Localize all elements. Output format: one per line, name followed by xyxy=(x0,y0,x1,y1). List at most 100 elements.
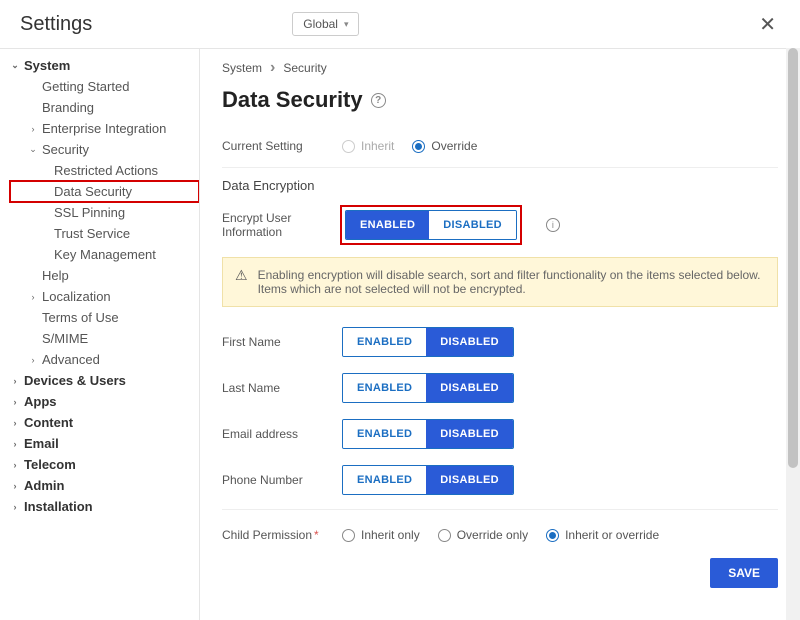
sidebar-item-system[interactable]: ⌄ System xyxy=(10,55,199,76)
scrollbar-track[interactable] xyxy=(786,48,800,620)
sidebar-item-email[interactable]: › Email xyxy=(10,433,199,454)
sidebar-item-s-mime[interactable]: S/MIME xyxy=(10,328,199,349)
encryption-warning: ⚠ Enabling encryption will disable searc… xyxy=(222,257,778,307)
sidebar: ⌄ System Getting StartedBranding › Enterpris… xyxy=(0,49,200,620)
sidebar-item-label: Installation xyxy=(24,499,93,514)
toggle-encrypt-enabled[interactable]: ENABLED xyxy=(346,211,429,239)
sidebar-item-label: Security xyxy=(42,142,89,157)
toggle-phone-enabled[interactable]: ENABLED xyxy=(343,466,426,494)
sidebar-item-label: Terms of Use xyxy=(42,310,119,325)
warning-icon: ⚠ xyxy=(235,268,248,282)
sidebar-item-label: S/MIME xyxy=(42,331,88,346)
sidebar-item-label: Advanced xyxy=(42,352,100,367)
chevron-down-icon: ⌄ xyxy=(10,60,20,71)
current-setting-label: Current Setting xyxy=(222,139,342,153)
toggle-email-disabled[interactable]: DISABLED xyxy=(426,420,513,448)
help-icon[interactable]: ? xyxy=(371,93,386,108)
sidebar-item-apps[interactable]: ›Apps xyxy=(10,391,199,412)
page-title: Data Security ? xyxy=(222,87,778,113)
settings-title: Settings xyxy=(20,13,92,36)
row-last_name: Last NameENABLEDDISABLED xyxy=(222,365,778,411)
sidebar-item-key-management[interactable]: Key Management xyxy=(10,244,199,265)
sidebar-item-label: Data Security xyxy=(54,184,132,199)
child-permission-label: Child Permission* xyxy=(222,528,342,542)
toggle-email-enabled[interactable]: ENABLED xyxy=(343,420,426,448)
radio-override[interactable]: Override xyxy=(412,139,477,153)
toggle-first_name-enabled[interactable]: ENABLED xyxy=(343,328,426,356)
toggle-encrypt-user-info: ENABLED DISABLED xyxy=(345,210,517,240)
section-data-encryption: Data Encryption xyxy=(222,178,778,193)
toggle-phone: ENABLEDDISABLED xyxy=(342,465,514,495)
sidebar-item-label: Admin xyxy=(24,478,64,493)
sidebar-item-help[interactable]: Help xyxy=(10,265,199,286)
row-encrypt-user-info: Encrypt User Information ENABLED DISABLE… xyxy=(222,199,778,251)
sidebar-item-label: Enterprise Integration xyxy=(42,121,166,136)
sidebar-item-localization[interactable]: › Localization xyxy=(10,286,199,307)
chevron-right-icon: › xyxy=(10,481,20,491)
main-content: System › Security Data Security ? Curren… xyxy=(200,49,800,620)
sidebar-item-data-security[interactable]: Data Security xyxy=(10,181,199,202)
phone-label: Phone Number xyxy=(222,473,342,487)
sidebar-item-admin[interactable]: › Admin xyxy=(10,475,199,496)
sidebar-item-trust-service[interactable]: Trust Service xyxy=(10,223,199,244)
breadcrumb: System › Security xyxy=(222,59,778,77)
row-email: Email addressENABLEDDISABLED xyxy=(222,411,778,457)
scope-dropdown[interactable]: Global ▾ xyxy=(292,12,359,36)
save-button[interactable]: SAVE xyxy=(710,558,778,588)
sidebar-item-label: SSL Pinning xyxy=(54,205,125,220)
chevron-right-icon: › xyxy=(28,124,38,134)
sidebar-item-terms-of-use[interactable]: Terms of Use xyxy=(10,307,199,328)
radio-inherit-or-override[interactable]: Inherit or override xyxy=(546,528,659,542)
row-phone: Phone NumberENABLEDDISABLED xyxy=(222,457,778,503)
sidebar-item-advanced[interactable]: ›Advanced xyxy=(10,349,199,370)
chevron-down-icon: ⌄ xyxy=(28,144,38,155)
radio-inherit-only[interactable]: Inherit only xyxy=(342,528,420,542)
chevron-right-icon: › xyxy=(10,418,20,428)
sidebar-item-branding[interactable]: Branding xyxy=(10,97,199,118)
sidebar-item-label: Localization xyxy=(42,289,111,304)
toggle-encrypt-disabled[interactable]: DISABLED xyxy=(429,211,516,239)
breadcrumb-security[interactable]: Security xyxy=(283,61,326,75)
divider xyxy=(222,509,778,510)
sidebar-tree: ⌄ System Getting StartedBranding › Enterpris… xyxy=(10,55,199,517)
sidebar-item-label: Apps xyxy=(24,394,57,409)
toggle-email: ENABLEDDISABLED xyxy=(342,419,514,449)
sidebar-item-installation[interactable]: › Installation xyxy=(10,496,199,517)
settings-header: Settings Global ▾ ✕ xyxy=(0,0,800,48)
scrollbar-thumb[interactable] xyxy=(788,48,798,468)
breadcrumb-system[interactable]: System xyxy=(222,61,262,75)
scope-label: Global xyxy=(303,17,338,31)
toggle-phone-disabled[interactable]: DISABLED xyxy=(426,466,513,494)
sidebar-item-label: System xyxy=(24,58,70,73)
chevron-right-icon: › xyxy=(270,59,275,77)
row-first_name: First NameENABLEDDISABLED xyxy=(222,319,778,365)
sidebar-item-enterprise-integration[interactable]: › Enterprise Integration xyxy=(10,118,199,139)
sidebar-item-label: Content xyxy=(24,415,73,430)
first_name-label: First Name xyxy=(222,335,342,349)
sidebar-item-ssl-pinning[interactable]: SSL Pinning xyxy=(10,202,199,223)
sidebar-item-devices-users[interactable]: ›Devices & Users xyxy=(10,370,199,391)
toggle-last_name-enabled[interactable]: ENABLED xyxy=(343,374,426,402)
warning-text: Enabling encryption will disable search,… xyxy=(258,268,765,296)
sidebar-item-telecom[interactable]: ›Telecom xyxy=(10,454,199,475)
toggle-first_name-disabled[interactable]: DISABLED xyxy=(426,328,513,356)
close-icon[interactable]: ✕ xyxy=(751,8,784,41)
sidebar-item-getting-started[interactable]: Getting Started xyxy=(10,76,199,97)
sidebar-item-restricted-actions[interactable]: Restricted Actions xyxy=(10,160,199,181)
toggle-first_name: ENABLEDDISABLED xyxy=(342,327,514,357)
radio-inherit[interactable]: Inherit xyxy=(342,139,394,153)
chevron-right-icon: › xyxy=(10,439,20,449)
row-current-setting: Current Setting Inherit Override xyxy=(222,131,778,161)
encrypt-enabled-highlight: ENABLED DISABLED xyxy=(342,207,520,243)
chevron-right-icon: › xyxy=(28,292,38,302)
sidebar-item-label: Devices & Users xyxy=(24,373,126,388)
sidebar-item-content[interactable]: › Content xyxy=(10,412,199,433)
chevron-right-icon: › xyxy=(10,502,20,512)
sidebar-item-security[interactable]: ⌄ Security xyxy=(10,139,199,160)
toggle-last_name-disabled[interactable]: DISABLED xyxy=(426,374,513,402)
sidebar-item-label: Email xyxy=(24,436,59,451)
info-icon[interactable]: i xyxy=(546,218,560,232)
radio-override-only[interactable]: Override only xyxy=(438,528,528,542)
sidebar-item-label: Trust Service xyxy=(54,226,130,241)
last_name-label: Last Name xyxy=(222,381,342,395)
